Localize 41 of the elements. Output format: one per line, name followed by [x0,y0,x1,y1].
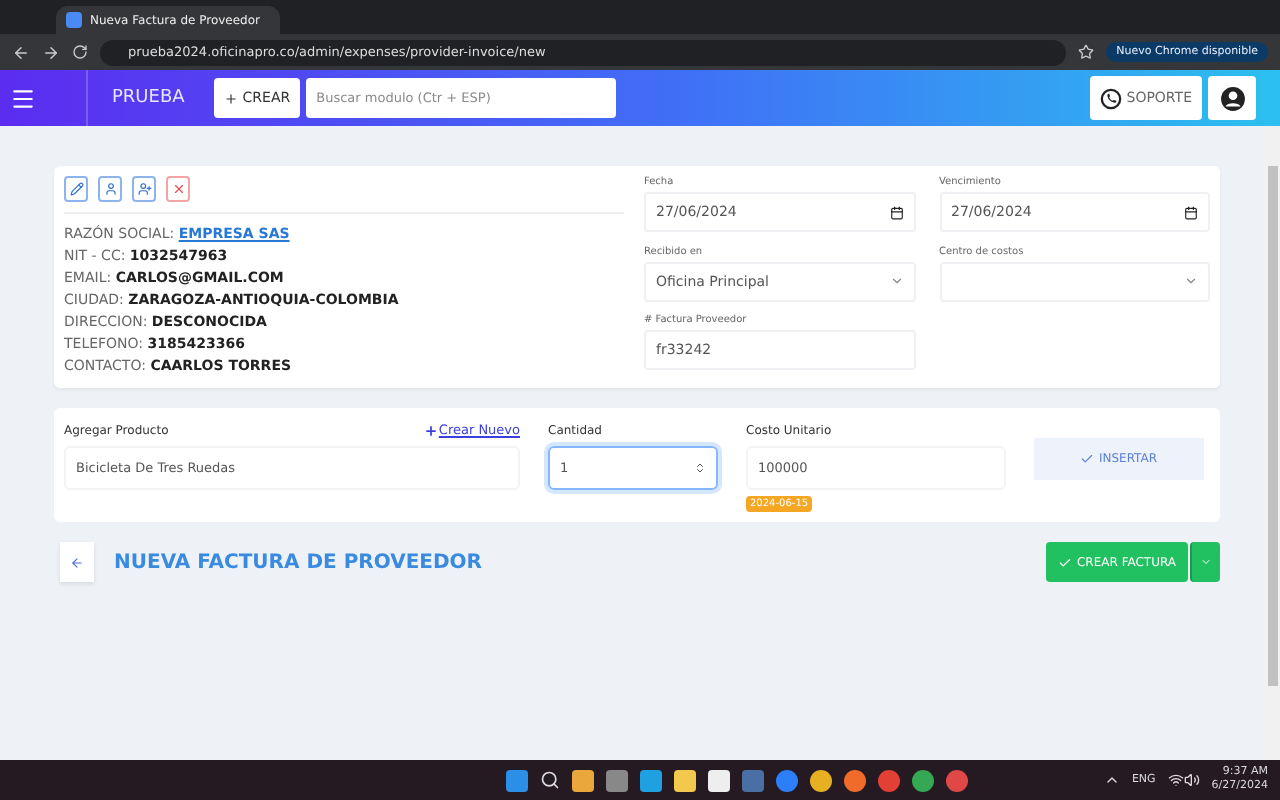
user-icon [1219,85,1245,111]
tray-expand-icon[interactable] [1103,772,1120,788]
page-title: NUEVA FACTURA DE PROVEEDOR [114,551,485,573]
chevron-down-icon [1184,274,1198,289]
plus-icon [224,91,239,105]
phone-icon [1100,87,1123,109]
start-icon[interactable] [506,769,529,791]
close-icon [171,182,185,196]
edit-button[interactable] [64,176,88,202]
plus-icon [424,423,439,437]
favicon-icon [66,12,82,28]
scrollbar-thumb[interactable] [1267,166,1277,686]
select-field[interactable] [939,261,1210,302]
volume-icon[interactable] [1183,772,1200,788]
caret-icon [1200,556,1212,568]
check-icon [1058,555,1073,569]
calendar-icon [889,205,903,219]
user-button[interactable] [98,176,122,202]
back-icon[interactable] [12,43,30,61]
taskbar-app-icon[interactable] [674,769,697,791]
brand-name: PRUEBA [86,70,209,126]
chevron-down-icon [889,274,903,289]
check-icon [1080,452,1095,466]
forward-icon[interactable] [42,43,60,61]
remove-button[interactable] [166,176,190,202]
taskbar-app-icon[interactable] [640,769,663,791]
taskbar-app-icon[interactable] [572,769,595,791]
bookmark-icon[interactable] [1078,44,1095,60]
wifi-icon[interactable] [1167,772,1184,788]
search-icon[interactable] [540,769,561,789]
calendar-icon [1184,205,1198,219]
add-user-button[interactable] [132,176,156,202]
profile-button[interactable] [1208,76,1256,120]
add-user-icon [137,182,151,196]
reload-icon[interactable] [72,44,88,60]
pencil-icon [69,182,83,196]
arrow-left-icon [70,555,84,569]
taskbar-app-icon[interactable] [708,769,731,791]
taskbar-app-icon[interactable] [810,769,833,791]
menu-icon[interactable] [10,85,36,111]
user-icon [103,182,117,196]
